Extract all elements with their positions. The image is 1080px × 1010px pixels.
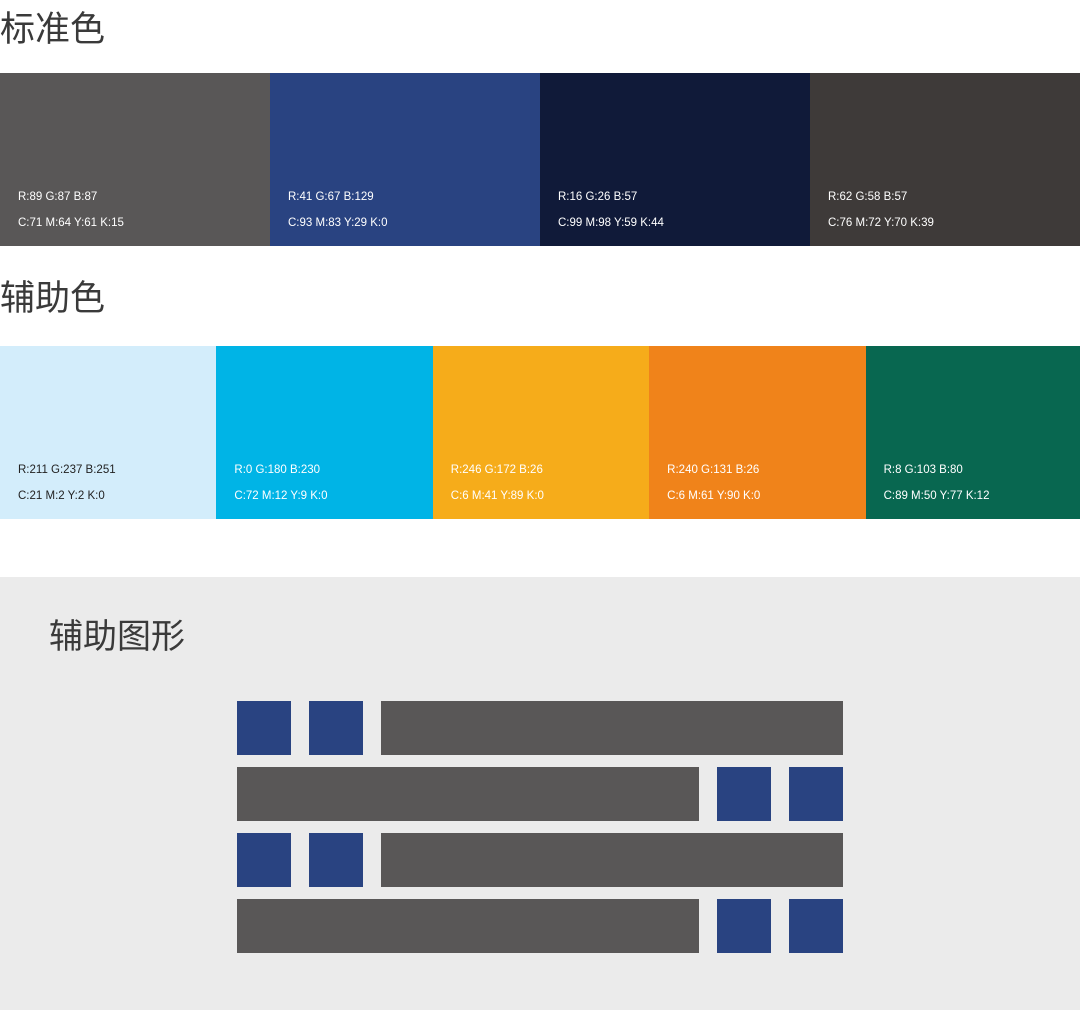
pattern-square [789, 767, 843, 821]
swatch-cmyk-label: C:6 M:61 Y:90 K:0 [667, 490, 761, 502]
pattern-square [237, 701, 291, 755]
pattern-square [237, 833, 291, 887]
swatch-cmyk-label: C:72 M:12 Y:9 K:0 [234, 490, 328, 502]
auxiliary-swatch-orange: R:240 G:131 B:26 C:6 M:61 Y:90 K:0 [649, 346, 866, 519]
standard-swatch-navy: R:16 G:26 B:57 C:99 M:98 Y:59 K:44 [540, 73, 810, 246]
swatch-cmyk-label: C:71 M:64 Y:61 K:15 [18, 217, 124, 229]
auxiliary-graphic [237, 701, 843, 953]
auxiliary-swatch-green: R:8 G:103 B:80 C:89 M:50 Y:77 K:12 [865, 346, 1080, 519]
pattern-bar [381, 833, 843, 887]
swatch-rgb-label: R:211 G:237 B:251 [18, 464, 116, 476]
auxiliary-swatch-light-blue: R:211 G:237 B:251 C:21 M:2 Y:2 K:0 [0, 346, 217, 519]
standard-swatch-gray: R:89 G:87 B:87 C:71 M:64 Y:61 K:15 [0, 73, 270, 246]
standard-colors-title: 标准色 [0, 10, 106, 50]
swatch-cmyk-label: C:21 M:2 Y:2 K:0 [18, 490, 105, 502]
pattern-bar [237, 899, 699, 953]
swatch-rgb-label: R:240 G:131 B:26 [667, 464, 760, 476]
auxiliary-swatch-yellow: R:246 G:172 B:26 C:6 M:41 Y:89 K:0 [432, 346, 650, 519]
swatch-rgb-label: R:41 G:67 B:129 [288, 191, 374, 203]
swatch-rgb-label: R:16 G:26 B:57 [558, 191, 638, 203]
pattern-square [717, 767, 771, 821]
swatch-cmyk-label: C:6 M:41 Y:89 K:0 [450, 490, 544, 502]
swatch-cmyk-label: C:93 M:83 Y:29 K:0 [288, 217, 388, 229]
swatch-rgb-label: R:8 G:103 B:80 [883, 464, 963, 476]
pattern-square [309, 833, 363, 887]
pattern-square [717, 899, 771, 953]
standard-swatch-charcoal: R:62 G:58 B:57 C:76 M:72 Y:70 K:39 [810, 73, 1080, 246]
pattern-bar [237, 767, 699, 821]
pattern-square [309, 701, 363, 755]
standard-color-swatches: R:89 G:87 B:87 C:71 M:64 Y:61 K:15 R:41 … [0, 73, 1080, 246]
pattern-square [789, 899, 843, 953]
swatch-rgb-label: R:62 G:58 B:57 [828, 191, 908, 203]
swatch-cmyk-label: C:89 M:50 Y:77 K:12 [883, 490, 990, 502]
swatch-rgb-label: R:0 G:180 B:230 [234, 464, 321, 476]
auxiliary-colors-title: 辅助色 [0, 279, 106, 319]
swatch-cmyk-label: C:99 M:98 Y:59 K:44 [558, 217, 664, 229]
swatch-cmyk-label: C:76 M:72 Y:70 K:39 [828, 217, 934, 229]
pattern-bar [381, 701, 843, 755]
swatch-rgb-label: R:89 G:87 B:87 [18, 191, 98, 203]
auxiliary-graphic-panel: 辅助图形 [0, 577, 1080, 1010]
auxiliary-swatch-cyan: R:0 G:180 B:230 C:72 M:12 Y:9 K:0 [216, 346, 433, 519]
swatch-rgb-label: R:246 G:172 B:26 [450, 464, 543, 476]
auxiliary-color-swatches: R:211 G:237 B:251 C:21 M:2 Y:2 K:0 R:0 G… [0, 346, 1080, 519]
standard-swatch-blue: R:41 G:67 B:129 C:93 M:83 Y:29 K:0 [270, 73, 540, 246]
